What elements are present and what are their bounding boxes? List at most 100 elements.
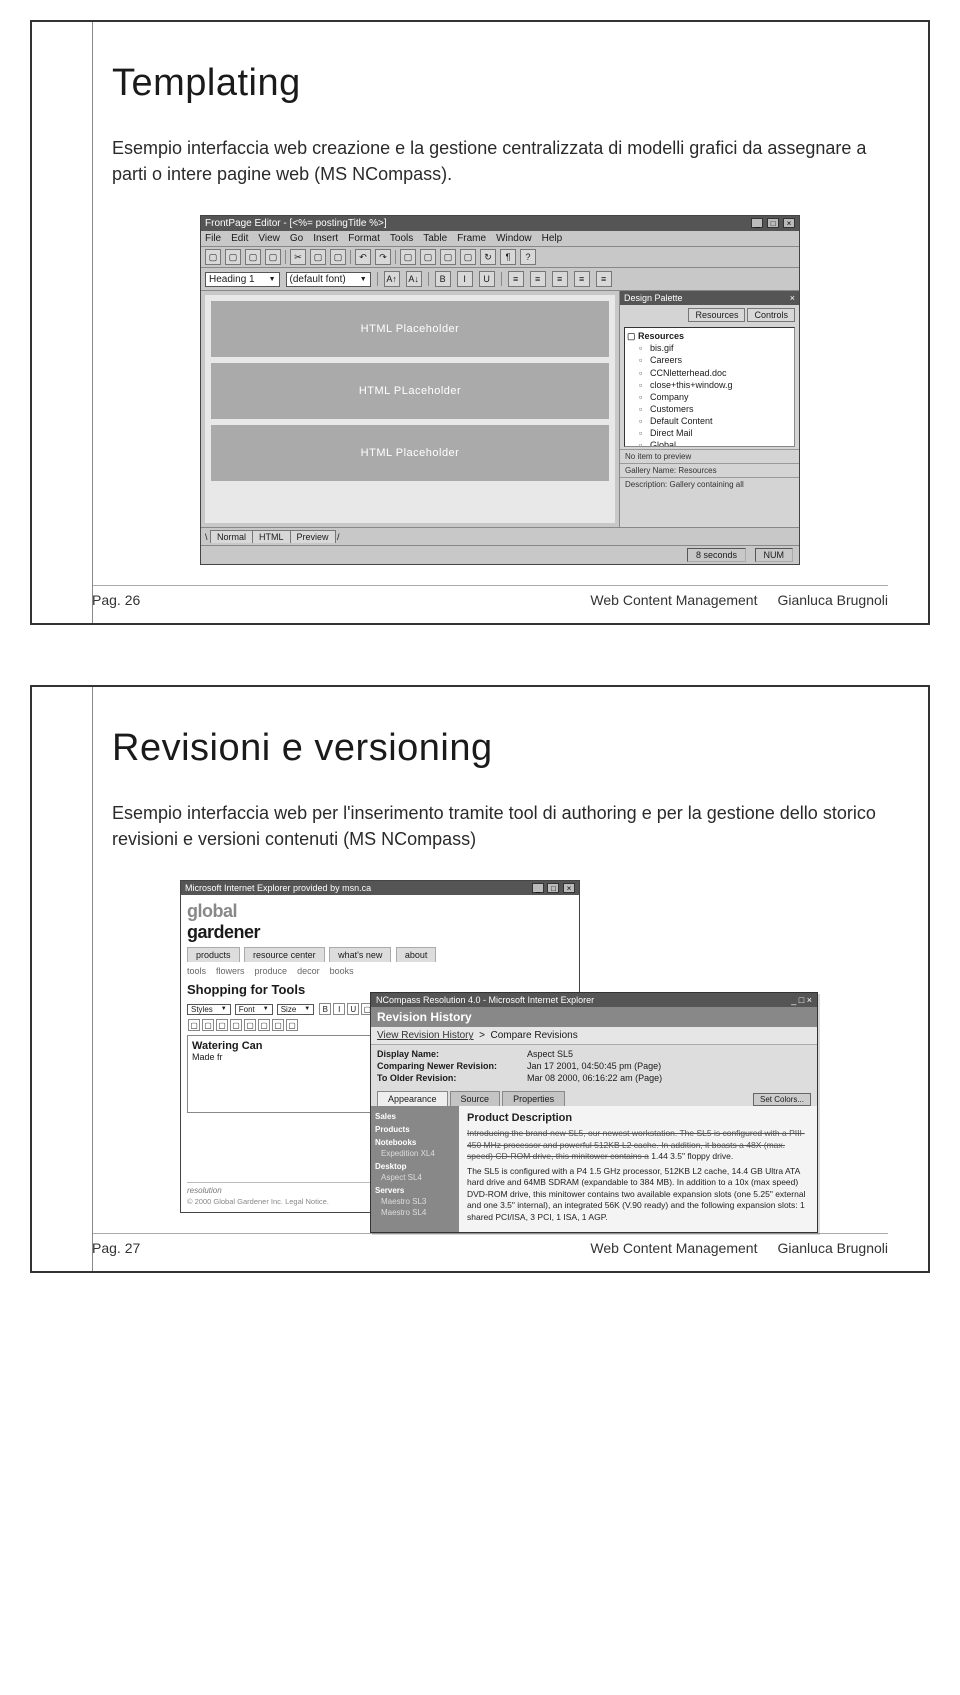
refresh-icon[interactable]: ↻: [480, 249, 496, 265]
tab-resources[interactable]: Resources: [688, 308, 745, 322]
underline-icon[interactable]: U: [347, 1003, 359, 1015]
tree-item[interactable]: Company: [650, 392, 689, 402]
maximize-icon[interactable]: □: [799, 995, 804, 1005]
nav-item[interactable]: Maestro SL4: [375, 1208, 455, 1217]
set-colors-button[interactable]: Set Colors...: [753, 1093, 811, 1106]
increase-font-icon[interactable]: A↑: [384, 271, 400, 287]
nav-link[interactable]: produce: [255, 966, 288, 976]
nav-tab[interactable]: resource center: [244, 947, 325, 962]
nav-tab[interactable]: what's new: [329, 947, 391, 962]
align-center-icon[interactable]: ≡: [530, 271, 546, 287]
menu-item[interactable]: Frame: [457, 233, 486, 244]
tool-icon[interactable]: ▢: [202, 1019, 214, 1031]
menu-item[interactable]: Window: [496, 233, 532, 244]
menu-item[interactable]: Help: [542, 233, 563, 244]
tree-item[interactable]: close+this+window.g: [650, 380, 733, 390]
tool-icon[interactable]: ▢: [188, 1019, 200, 1031]
tab-preview[interactable]: Preview: [290, 530, 336, 543]
nav-item[interactable]: Products: [375, 1125, 455, 1134]
minimize-icon[interactable]: _: [791, 995, 796, 1005]
placeholder[interactable]: HTML PLaceholder: [211, 363, 609, 419]
align-left-icon[interactable]: ≡: [508, 271, 524, 287]
tab-appearance[interactable]: Appearance: [377, 1091, 448, 1106]
maximize-icon[interactable]: □: [767, 218, 779, 228]
tree-item[interactable]: Careers: [650, 355, 682, 365]
open-icon[interactable]: ▢: [225, 249, 241, 265]
copy-icon[interactable]: ▢: [310, 249, 326, 265]
nav-header[interactable]: Desktop: [375, 1162, 455, 1171]
nav-item[interactable]: Expedition XL4: [375, 1149, 455, 1158]
tool-icon[interactable]: ▢: [286, 1019, 298, 1031]
nav-link[interactable]: books: [330, 966, 354, 976]
font-select[interactable]: Font: [235, 1004, 273, 1015]
tab-normal[interactable]: Normal: [210, 530, 253, 543]
nav-item[interactable]: Sales: [375, 1112, 455, 1121]
tool-icon[interactable]: ▢: [460, 249, 476, 265]
undo-icon[interactable]: ↶: [355, 249, 371, 265]
tree-item[interactable]: Customers: [650, 404, 694, 414]
paste-icon[interactable]: ▢: [330, 249, 346, 265]
save-icon[interactable]: ▢: [245, 249, 261, 265]
close-icon[interactable]: ×: [783, 218, 795, 228]
underline-icon[interactable]: U: [479, 271, 495, 287]
tool-icon[interactable]: ▢: [440, 249, 456, 265]
tool-icon[interactable]: ▢: [400, 249, 416, 265]
close-icon[interactable]: ×: [563, 883, 575, 893]
menu-item[interactable]: Format: [348, 233, 380, 244]
edit-area[interactable]: HTML Placeholder HTML PLaceholder HTML P…: [205, 295, 615, 523]
decrease-font-icon[interactable]: A↓: [406, 271, 422, 287]
tool-icon[interactable]: ▢: [216, 1019, 228, 1031]
tab-source[interactable]: Source: [450, 1091, 501, 1106]
tool-icon[interactable]: ▢: [230, 1019, 242, 1031]
tab-properties[interactable]: Properties: [502, 1091, 565, 1106]
tree-item[interactable]: bis.gif: [650, 343, 674, 353]
redo-icon[interactable]: ↷: [375, 249, 391, 265]
list-icon[interactable]: ≡: [574, 271, 590, 287]
nav-link[interactable]: decor: [297, 966, 320, 976]
nav-link[interactable]: tools: [187, 966, 206, 976]
tree-item[interactable]: CCNletterhead.doc: [650, 368, 727, 378]
help-icon[interactable]: ?: [520, 249, 536, 265]
tree-item[interactable]: Direct Mail: [650, 428, 693, 438]
tab-html[interactable]: HTML: [252, 530, 291, 543]
tree-root[interactable]: Resources: [638, 331, 684, 341]
bold-icon[interactable]: B: [319, 1003, 331, 1015]
tool-icon[interactable]: ▢: [272, 1019, 284, 1031]
menu-item[interactable]: Go: [290, 233, 303, 244]
menu-item[interactable]: Edit: [231, 233, 248, 244]
tool-icon[interactable]: ▢: [258, 1019, 270, 1031]
minimize-icon[interactable]: _: [532, 883, 544, 893]
menu-item[interactable]: Tools: [390, 233, 413, 244]
maximize-icon[interactable]: □: [547, 883, 559, 893]
cut-icon[interactable]: ✂: [290, 249, 306, 265]
bold-icon[interactable]: B: [435, 271, 451, 287]
tool-icon[interactable]: ▢: [420, 249, 436, 265]
print-icon[interactable]: ▢: [265, 249, 281, 265]
styles-select[interactable]: Styles: [187, 1004, 231, 1015]
tree-item[interactable]: Default Content: [650, 416, 713, 426]
font-select[interactable]: (default font): [286, 272, 371, 287]
menu-item[interactable]: Table: [423, 233, 447, 244]
list-icon[interactable]: ≡: [596, 271, 612, 287]
nav-header[interactable]: Servers: [375, 1186, 455, 1195]
italic-icon[interactable]: I: [333, 1003, 345, 1015]
nav-tab[interactable]: about: [396, 947, 437, 962]
tab-controls[interactable]: Controls: [747, 308, 795, 322]
nav-header[interactable]: Notebooks: [375, 1138, 455, 1147]
placeholder[interactable]: HTML Placeholder: [211, 425, 609, 481]
nav-item[interactable]: Aspect SL4: [375, 1173, 455, 1182]
nav-link[interactable]: flowers: [216, 966, 245, 976]
new-icon[interactable]: ▢: [205, 249, 221, 265]
close-icon[interactable]: ×: [807, 995, 812, 1005]
paragraph-icon[interactable]: ¶: [500, 249, 516, 265]
menu-item[interactable]: View: [258, 233, 280, 244]
nav-tab[interactable]: products: [187, 947, 240, 962]
close-icon[interactable]: ×: [790, 293, 795, 303]
nav-item[interactable]: Maestro SL3: [375, 1197, 455, 1206]
tool-icon[interactable]: ▢: [244, 1019, 256, 1031]
breadcrumb-link[interactable]: View Revision History: [377, 1030, 474, 1041]
tree-item[interactable]: Global: [650, 440, 676, 447]
minimize-icon[interactable]: _: [751, 218, 763, 228]
menu-item[interactable]: File: [205, 233, 221, 244]
placeholder[interactable]: HTML Placeholder: [211, 301, 609, 357]
